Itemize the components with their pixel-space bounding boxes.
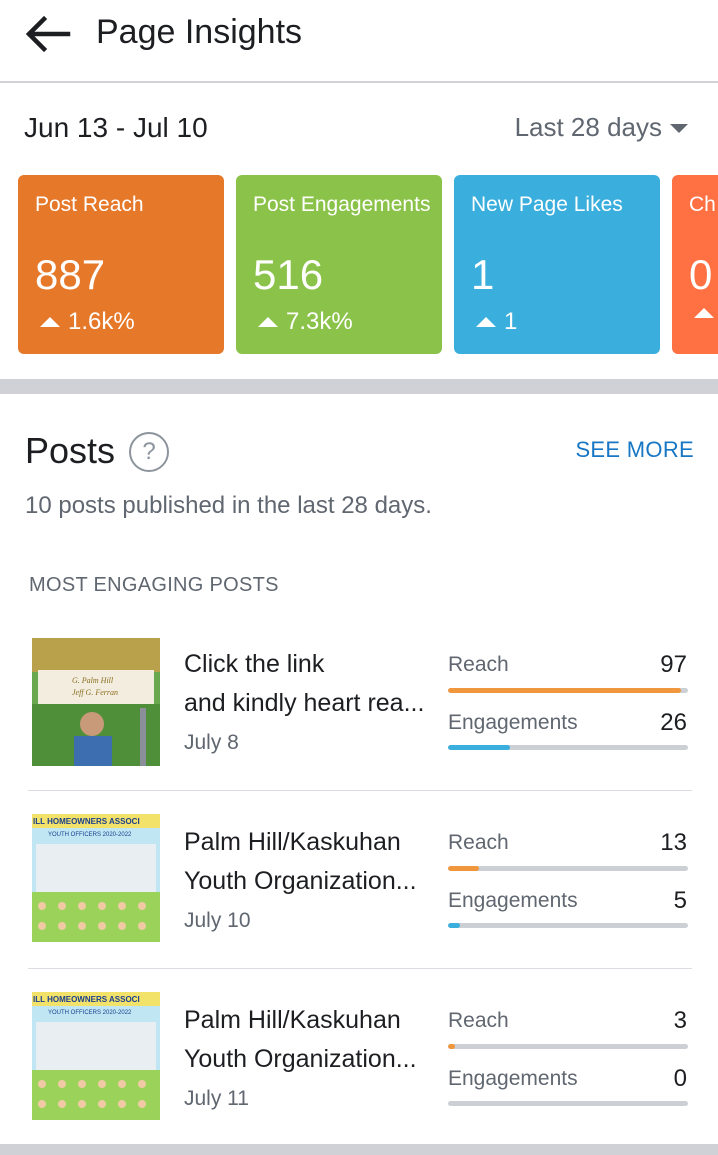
- top-bar: Page Insights: [0, 0, 718, 83]
- card-label: Ch: [689, 193, 716, 216]
- metric-cards: Post Reach 887 1.6k% Post Engagements 51…: [18, 175, 718, 355]
- post-date: July 10: [184, 909, 251, 932]
- card-new-page-likes[interactable]: New Page Likes 1 1: [454, 175, 660, 354]
- post-title-line1: Palm Hill/Kaskuhan: [184, 828, 401, 856]
- post-thumbnail: ILL HOMEOWNERS ASSOCI YOUTH OFFICERS 202…: [32, 814, 160, 942]
- post-row[interactable]: G. Palm Hill Jeff G. Ferran Click the li…: [28, 612, 692, 791]
- help-icon[interactable]: ?: [129, 432, 169, 472]
- thumb-caption: G. Palm Hill: [72, 676, 114, 685]
- thumb-caption: Jeff G. Ferran: [72, 688, 118, 697]
- up-triangle-icon: [476, 317, 496, 327]
- card-value: 516: [253, 251, 324, 298]
- card-value: 1: [471, 251, 495, 298]
- section-divider: [0, 379, 718, 394]
- card-delta-value: 1.6k%: [68, 308, 135, 335]
- date-range: Jun 13 - Jul 10: [24, 112, 208, 143]
- posts-heading: Posts: [25, 430, 116, 471]
- engagements-value: 5: [673, 887, 687, 914]
- up-triangle-icon: [40, 317, 60, 327]
- reach-label: Reach: [448, 653, 509, 676]
- engagements-bar: [448, 1101, 688, 1106]
- thumb-caption: ILL HOMEOWNERS ASSOCI: [33, 817, 140, 826]
- card-delta-value: 1: [504, 308, 518, 335]
- up-triangle-icon: [694, 308, 714, 318]
- post-thumbnail: G. Palm Hill Jeff G. Ferran: [32, 638, 160, 766]
- thumb-caption: ILL HOMEOWNERS ASSOCI: [33, 995, 140, 1004]
- card-post-reach[interactable]: Post Reach 887 1.6k%: [18, 175, 224, 354]
- up-triangle-icon: [258, 317, 278, 327]
- card-post-engagements[interactable]: Post Engagements 516 7.3k%: [236, 175, 442, 354]
- caret-down-icon: [670, 124, 688, 133]
- reach-bar: [448, 866, 688, 871]
- reach-value: 13: [660, 829, 687, 856]
- reach-bar: [448, 688, 688, 693]
- thumb-caption: YOUTH OFFICERS 2020-2022: [48, 1010, 132, 1016]
- reach-bar-fill: [448, 688, 681, 693]
- card-value: 0: [689, 251, 713, 298]
- engagements-value: 26: [660, 709, 687, 736]
- back-arrow-icon[interactable]: [24, 14, 72, 54]
- post-row[interactable]: ILL HOMEOWNERS ASSOCI YOUTH OFFICERS 202…: [28, 790, 692, 969]
- reach-label: Reach: [448, 1009, 509, 1032]
- post-title-line1: Palm Hill/Kaskuhan: [184, 1006, 401, 1034]
- reach-bar-fill: [448, 1044, 456, 1049]
- card-delta: 1.6k%: [40, 308, 135, 336]
- card-partial[interactable]: Ch 0: [672, 175, 718, 354]
- period-label: Last 28 days: [514, 112, 662, 142]
- engagements-bar-fill: [448, 745, 511, 750]
- post-date: July 11: [184, 1087, 249, 1110]
- post-title-line2: Youth Organization...: [184, 867, 417, 895]
- engagements-bar-fill: [448, 923, 460, 928]
- post-date: July 8: [184, 731, 239, 754]
- period-dropdown[interactable]: Last 28 days: [515, 112, 688, 143]
- reach-value: 3: [673, 1007, 687, 1034]
- post-row[interactable]: ILL HOMEOWNERS ASSOCI YOUTH OFFICERS 202…: [28, 968, 692, 1146]
- engagements-bar: [448, 923, 688, 928]
- post-title-line1: Click the link: [184, 650, 325, 678]
- most-engaging-heading: MOST ENGAGING POSTS: [29, 574, 279, 596]
- card-delta-value: 7.3k%: [286, 308, 353, 335]
- post-thumbnail: ILL HOMEOWNERS ASSOCI YOUTH OFFICERS 202…: [32, 992, 160, 1120]
- engagements-bar: [448, 745, 688, 750]
- bottom-divider: [0, 1144, 718, 1155]
- reach-label: Reach: [448, 831, 509, 854]
- post-title-line2: and kindly heart rea...: [184, 689, 425, 717]
- see-more-link[interactable]: SEE MORE: [575, 437, 694, 463]
- post-title-line2: Youth Organization...: [184, 1045, 417, 1073]
- posts-summary: 10 posts published in the last 28 days.: [25, 492, 432, 519]
- reach-value: 97: [660, 651, 687, 678]
- engagements-value: 0: [673, 1065, 687, 1092]
- card-label: Post Reach: [35, 193, 144, 216]
- card-label: Post Engagements: [253, 193, 431, 216]
- engagements-label: Engagements: [448, 1067, 578, 1090]
- page-title: Page Insights: [96, 13, 303, 51]
- reach-bar-fill: [448, 866, 480, 871]
- card-delta: [694, 308, 718, 318]
- thumb-caption: YOUTH OFFICERS 2020-2022: [48, 832, 132, 838]
- card-label: New Page Likes: [471, 193, 623, 216]
- engagements-label: Engagements: [448, 889, 578, 912]
- card-delta: 1: [476, 308, 517, 336]
- card-delta: 7.3k%: [258, 308, 353, 336]
- card-value: 887: [35, 251, 106, 298]
- reach-bar: [448, 1044, 688, 1049]
- engagements-label: Engagements: [448, 711, 578, 734]
